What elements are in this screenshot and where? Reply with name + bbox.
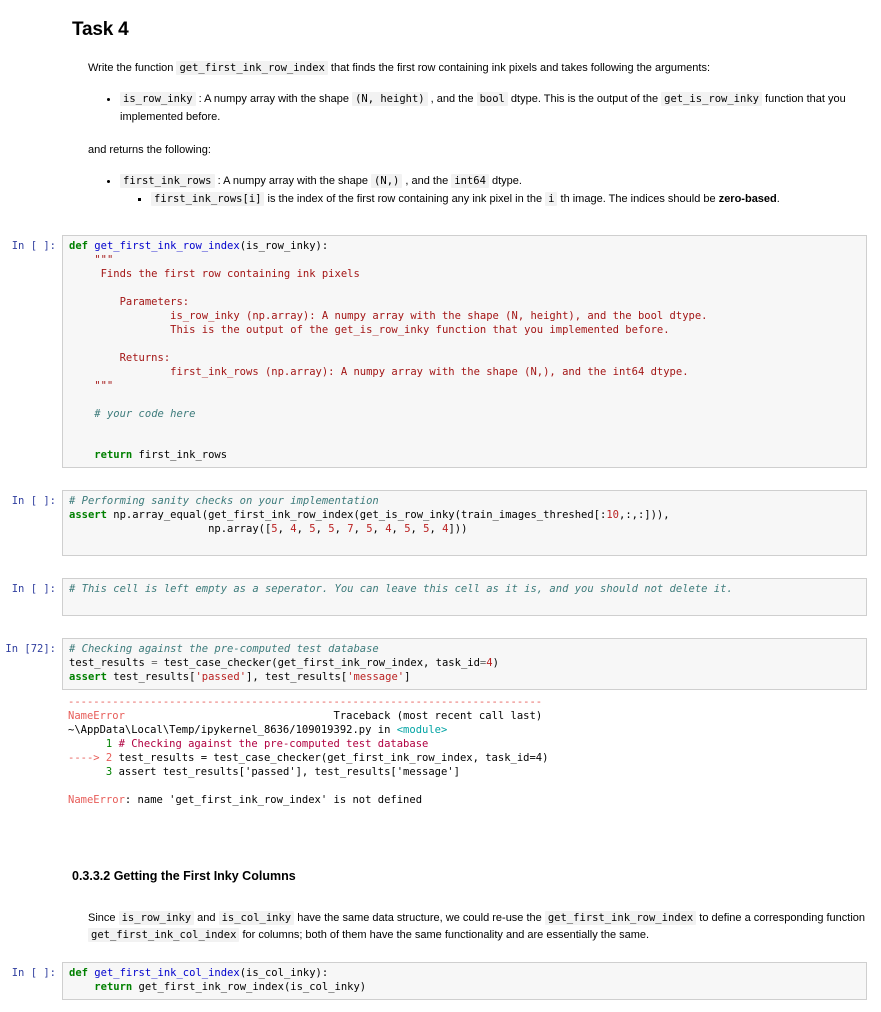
inline-code-int64: int64	[451, 174, 489, 189]
sec-text-e: for columns; both of them have the same …	[239, 928, 650, 941]
markdown-cell-section-2[interactable]: 0.3.3.2 Getting the First Inky Columns S…	[0, 868, 881, 944]
traceback-rule: ----------------------------------------…	[68, 695, 543, 708]
sub-text-2: th image. The indices should be	[557, 193, 719, 206]
code-cell-3[interactable]: In [ ]: # This cell is left empty as a s…	[0, 578, 881, 617]
traceback-title: Traceback (most recent call last)	[333, 709, 543, 722]
task-returns-list: first_ink_rows : A numpy array with the …	[88, 173, 867, 209]
code-input-5[interactable]: def get_first_ink_col_index(is_col_inky)…	[62, 961, 867, 1000]
inline-code-is-row-inky-2: is_row_inky	[118, 910, 195, 925]
traceback-line1-no: 1	[68, 737, 119, 750]
traceback-output: ----------------------------------------…	[62, 689, 867, 810]
inline-code-shape-n: (N,)	[371, 174, 403, 189]
markdown-cell-task[interactable]: Task 4 Write the function get_first_ink_…	[0, 18, 881, 209]
output-prompt-4	[0, 690, 62, 695]
traceback-line1-code: # Checking against the pre-computed test…	[118, 737, 429, 750]
arg-text-2: , and the	[427, 92, 477, 105]
sec-text-b: and	[194, 911, 219, 924]
code-cell-4[interactable]: In [72]: # Checking against the pre-comp…	[0, 638, 881, 690]
code-input-1[interactable]: def get_first_ink_row_index(is_row_inky)…	[62, 235, 867, 469]
code-input-4[interactable]: # Checking against the pre-computed test…	[62, 638, 867, 690]
task-intro-text-after: that finds the first row containing ink …	[327, 61, 711, 74]
code-input-3[interactable]: # This cell is left empty as a seperator…	[62, 578, 867, 617]
traceback-file-path: ~\AppData\Local\Temp/ipykernel_8636/1090…	[68, 723, 397, 736]
cell-prompt-4: In [72]:	[5, 643, 56, 656]
inline-code-first-ink-rows: first_ink_rows	[120, 174, 215, 189]
section-heading: 0.3.3.2 Getting the First Inky Columns	[72, 868, 296, 883]
code-source-1: def get_first_ink_row_index(is_row_inky)…	[69, 240, 708, 462]
inline-code-bool: bool	[476, 91, 508, 106]
emphasis-zero-based: zero-based	[718, 193, 777, 206]
cell-prompt-5: In [ ]:	[11, 966, 56, 979]
inline-code-i: i	[545, 192, 558, 207]
list-item: first_ink_rows[i] is the index of the fi…	[138, 191, 867, 209]
traceback-final-error-name: NameError	[68, 793, 125, 806]
code-source-5: def get_first_ink_col_index(is_col_inky)…	[69, 966, 367, 993]
code-source-2: # Performing sanity checks on your imple…	[69, 495, 670, 536]
ret-text-2: , and the	[402, 175, 452, 188]
traceback-line2-code: test_results = test_case_checker(get_fir…	[118, 751, 549, 764]
sec-text-d: to define a corresponding function	[696, 911, 866, 924]
inline-code-get-first-ink-col-index: get_first_ink_col_index	[88, 927, 240, 942]
arg-text-1: : A numpy array with the shape	[195, 92, 353, 105]
code-input-2[interactable]: # Performing sanity checks on your imple…	[62, 490, 867, 557]
page-title: Task 4	[72, 19, 129, 40]
arg-text-3: dtype. This is the output of the	[507, 92, 662, 105]
inline-code-is-row-inky: is_row_inky	[120, 91, 196, 106]
code-cell-2[interactable]: In [ ]: # Performing sanity checks on yo…	[0, 490, 881, 557]
code-source-3: # This cell is left empty as a seperator…	[69, 583, 733, 596]
traceback-text: ----------------------------------------…	[68, 696, 867, 808]
sec-text-a: Since	[88, 911, 119, 924]
sub-text-3: .	[776, 193, 780, 206]
traceback-line3-no: 3	[68, 765, 119, 778]
cell-prompt-2: In [ ]:	[11, 495, 56, 508]
inline-code-shape-n-height: (N, height)	[352, 91, 428, 106]
traceback-line2-arrow: ----> 2	[68, 751, 119, 764]
sub-text-1: is the index of the first row containing…	[264, 193, 546, 206]
notebook-container: Task 4 Write the function get_first_ink_…	[0, 18, 881, 1012]
section-paragraph: Since is_row_inky and is_col_inky have t…	[88, 910, 867, 944]
traceback-scope: <module>	[396, 723, 448, 736]
sec-text-c: have the same data structure, we could r…	[294, 911, 545, 924]
inline-code-get-first-ink-row-index: get_first_ink_row_index	[176, 60, 328, 75]
cell-prompt-1: In [ ]:	[11, 240, 56, 253]
cell-prompt-3: In [ ]:	[11, 583, 56, 596]
ret-text-3: dtype.	[488, 175, 522, 188]
list-item: is_row_inky : A numpy array with the sha…	[107, 91, 867, 127]
traceback-line3-code: assert test_results['passed'], test_resu…	[118, 765, 460, 778]
list-item: first_ink_rows : A numpy array with the …	[107, 173, 867, 209]
traceback-error-name: NameError	[68, 709, 125, 722]
task-intro-text-before: Write the function	[88, 61, 177, 74]
code-cell-5[interactable]: In [ ]: def get_first_ink_col_index(is_c…	[0, 961, 881, 1000]
inline-code-get-is-row-inky: get_is_row_inky	[661, 91, 762, 106]
code-cell-1[interactable]: In [ ]: def get_first_ink_row_index(is_r…	[0, 235, 881, 469]
task-returns-sublist: first_ink_rows[i] is the index of the fi…	[120, 191, 867, 209]
returns-label: and returns the following:	[88, 144, 211, 157]
inline-code-get-first-ink-row-index-2: get_first_ink_row_index	[544, 910, 697, 925]
ret-text-1: : A numpy array with the shape	[214, 175, 372, 188]
cell-output-4: ----------------------------------------…	[0, 689, 881, 810]
code-source-4: # Checking against the pre-computed test…	[69, 643, 499, 683]
task-arguments-list: is_row_inky : A numpy array with the sha…	[88, 91, 867, 127]
inline-code-is-col-inky: is_col_inky	[218, 910, 295, 925]
traceback-final-error-msg: : name 'get_first_ink_row_index' is not …	[124, 793, 423, 806]
inline-code-first-ink-rows-i: first_ink_rows[i]	[151, 192, 265, 207]
task-intro-paragraph: Write the function get_first_ink_row_ind…	[88, 60, 867, 77]
